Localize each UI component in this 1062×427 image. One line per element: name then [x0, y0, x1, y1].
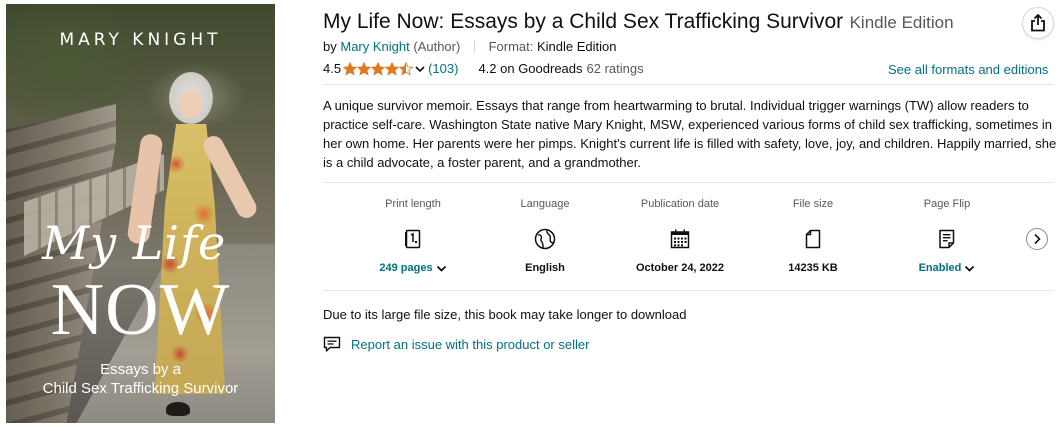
cover-subtitle: Essays by a: [100, 361, 181, 378]
star-icon: [357, 61, 372, 76]
product-details-carousel: Print length 249 pages Language English …: [323, 196, 1054, 286]
detail-label: Publication date: [640, 198, 720, 210]
detail-print-length: Print length 249 pages: [348, 196, 478, 276]
rating-value: 4.5: [323, 61, 342, 76]
author-role: (Author): [413, 39, 461, 54]
byline: by Mary Knight (Author) Format: Kindle E…: [323, 39, 617, 54]
format-label: Format:: [488, 39, 534, 54]
globe-icon: [534, 228, 556, 250]
detail-page-flip: Page Flip Enabled: [882, 196, 1012, 276]
large-file-notice: Due to its large file size, this book ma…: [323, 307, 687, 322]
cover-woman-head: [164, 68, 218, 132]
book-cover[interactable]: MARY KNIGHT My Life NOW Essays by a Chil…: [6, 4, 275, 423]
detail-label: Print length: [385, 198, 441, 210]
cover-subtitle: Child Sex Trafficking Survivor: [42, 380, 239, 397]
chevron-down-icon: [965, 265, 975, 272]
detail-value: October 24, 2022: [635, 262, 725, 274]
share-icon: [1031, 14, 1045, 32]
detail-value: English: [525, 262, 565, 274]
goodreads-rating: 4.2 on Goodreads: [478, 61, 583, 76]
detail-value: 14235 KB: [788, 262, 838, 274]
rating-row: 4.5 (103) 4.2 on Goodreads 62 ratings: [323, 61, 644, 76]
divider: [323, 290, 1054, 291]
divider: [323, 84, 1054, 85]
detail-value: 249 pages: [379, 262, 433, 274]
detail-publication-date: Publication date October 24, 2022: [615, 196, 745, 276]
speech-bubble-icon: [323, 336, 341, 352]
book-pages-icon: [405, 229, 421, 249]
star-icon: [399, 61, 414, 76]
rating-count-link[interactable]: (103): [428, 61, 458, 76]
star-rating[interactable]: [343, 61, 414, 76]
chevron-down-icon[interactable]: [414, 63, 426, 75]
detail-label: File size: [792, 198, 834, 210]
cover-author: MARY KNIGHT: [59, 30, 222, 50]
detail-file-size: File size 14235 KB: [748, 196, 878, 276]
detail-value-link[interactable]: Enabled: [882, 260, 1012, 276]
goodreads-count: 62 ratings: [586, 61, 644, 76]
carousel-next-button[interactable]: [1026, 228, 1048, 250]
chevron-right-icon: [1034, 233, 1041, 245]
share-button[interactable]: [1022, 7, 1054, 39]
file-icon: [805, 229, 821, 249]
cover-title-script: My Life: [42, 216, 227, 270]
see-all-formats-link[interactable]: See all formats and editions: [888, 62, 1048, 77]
book-description: A unique survivor memoir. Essays that ra…: [323, 98, 1057, 170]
detail-language: Language English: [480, 196, 610, 276]
report-issue-link[interactable]: Report an issue with this product or sel…: [323, 336, 589, 353]
format-value: Kindle Edition: [537, 39, 617, 54]
cover-title-main: NOW: [50, 269, 231, 351]
divider: [323, 182, 1054, 183]
star-icon: [343, 61, 358, 76]
cover-shoe: [166, 402, 190, 416]
chevron-down-icon: [436, 265, 446, 272]
detail-value-link[interactable]: 249 pages: [348, 260, 478, 276]
detail-label: Page Flip: [923, 198, 971, 210]
product-title-row: My Life Now: Essays by a Child Sex Traff…: [323, 10, 1013, 34]
divider: [473, 40, 475, 53]
product-title: My Life Now: Essays by a Child Sex Traff…: [323, 10, 844, 33]
author-link[interactable]: Mary Knight: [340, 39, 409, 54]
detail-label: Language: [520, 198, 570, 210]
detail-value: Enabled: [918, 262, 962, 274]
page-flip-icon: [939, 229, 955, 249]
star-icon: [371, 61, 386, 76]
product-edition: Kindle Edition: [849, 13, 954, 32]
by-label: by: [323, 39, 337, 54]
calendar-icon: [670, 229, 690, 249]
star-icon: [385, 61, 400, 76]
report-issue-label: Report an issue with this product or sel…: [351, 337, 590, 352]
